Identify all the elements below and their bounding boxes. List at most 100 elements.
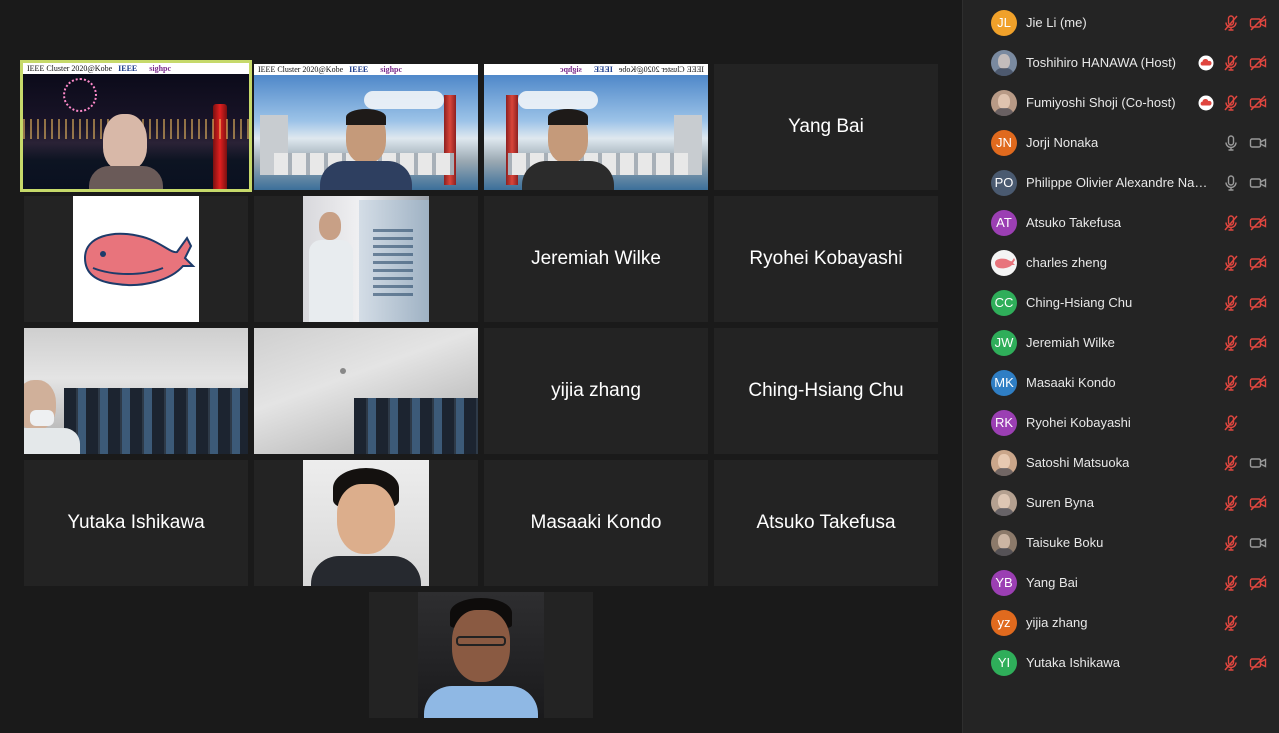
participant-row-ching-hsiang-chu[interactable]: CC Ching-Hsiang Chu	[963, 283, 1279, 323]
mic-muted-icon[interactable]	[1222, 374, 1240, 392]
mic-muted-icon[interactable]	[1222, 14, 1240, 32]
mic-icon[interactable]	[1222, 174, 1240, 192]
participant-name: Yutaka Ishikawa	[1026, 655, 1120, 670]
video-tile-portrait-blue-shirt[interactable]	[369, 592, 593, 718]
server-racks	[354, 398, 478, 454]
video-off-icon[interactable]	[1249, 494, 1267, 512]
participant-row-satoshi-matsuoka[interactable]: Satoshi Matsuoka	[963, 443, 1279, 483]
participant-row-yijia-zhang[interactable]: yz yijia zhang	[963, 603, 1279, 643]
participant-row-masaaki-kondo[interactable]: MK Masaaki Kondo	[963, 363, 1279, 403]
mic-icon[interactable]	[1222, 134, 1240, 152]
mic-muted-icon[interactable]	[1222, 294, 1240, 312]
participant-name: Taisuke Boku	[1026, 535, 1104, 550]
mic-muted-icon[interactable]	[1222, 214, 1240, 232]
video-tile-server-room-2[interactable]	[254, 328, 478, 454]
mic-muted-icon[interactable]	[1222, 54, 1240, 72]
mic-muted-icon[interactable]	[1222, 494, 1240, 512]
video-off-icon[interactable]	[1249, 54, 1267, 72]
video-tile-ching-hsiang-chu[interactable]: Ching-Hsiang Chu	[714, 328, 938, 454]
participant-row-atsuko-takefusa[interactable]: AT Atsuko Takefusa	[963, 203, 1279, 243]
participant-row-ryohei-kobayashi[interactable]: RK Ryohei Kobayashi	[963, 403, 1279, 443]
video-off-icon[interactable]	[1249, 654, 1267, 672]
participant-name: Suren Byna	[1026, 495, 1094, 510]
video-tile-yutaka-ishikawa[interactable]: Yutaka Ishikawa	[24, 460, 248, 586]
participant-row-jorji-nonaka[interactable]: JN Jorji Nonaka	[963, 123, 1279, 163]
server-room-video	[24, 328, 248, 454]
video-tile-yang-bai[interactable]: Yang Bai	[714, 64, 938, 190]
video-tile-kobe-man1[interactable]: IEEE Cluster 2020@Kobe IEEE sighpc	[254, 64, 478, 190]
kobe-port-background	[484, 75, 708, 190]
video-off-icon[interactable]	[1249, 374, 1267, 392]
glasses	[456, 636, 506, 646]
person-head	[319, 212, 341, 240]
participant-name-label: yijia zhang	[551, 380, 641, 401]
participant-name-label: Yutaka Ishikawa	[67, 512, 205, 533]
ieee-logo: IEEE	[593, 65, 613, 74]
avatar-body	[994, 68, 1014, 76]
video-off-icon[interactable]	[1249, 294, 1267, 312]
port-tower	[213, 104, 227, 189]
mic-muted-icon[interactable]	[1222, 334, 1240, 352]
video-tile-yijia-zhang[interactable]: yijia zhang	[484, 328, 708, 454]
mic-muted-icon[interactable]	[1222, 654, 1240, 672]
mic-muted-icon[interactable]	[1222, 534, 1240, 552]
conference-banner: IEEE Cluster 2020@Kobe IEEE sighpc	[254, 64, 478, 75]
avatar-face	[998, 454, 1010, 469]
video-tile-portrait-asian[interactable]	[254, 460, 478, 586]
participant-name: Philippe Olivier Alexandre Navaro	[1026, 175, 1211, 190]
video-icon[interactable]	[1249, 134, 1267, 152]
video-tile-atsuko-takefusa[interactable]: Atsuko Takefusa	[714, 460, 938, 586]
video-off-icon[interactable]	[1249, 14, 1267, 32]
night-port-background	[23, 74, 249, 189]
mic-muted-icon[interactable]	[1222, 574, 1240, 592]
participant-name: Satoshi Matsuoka	[1026, 455, 1130, 470]
participant-row-charles-zheng[interactable]: charles zheng	[963, 243, 1279, 283]
participant-row-philippe-olivier-alexandre-navaro[interactable]: PO Philippe Olivier Alexandre Navaro	[963, 163, 1279, 203]
avatar: YB	[991, 570, 1017, 596]
video-off-icon[interactable]	[1249, 334, 1267, 352]
participant-row-yang-bai[interactable]: YB Yang Bai	[963, 563, 1279, 603]
video-icon[interactable]	[1249, 454, 1267, 472]
participants-panel: JL Jie Li (me) Toshihiro HANAWA (Host) Fumi…	[962, 0, 1279, 733]
video-tile-ryohei-kobayashi[interactable]: Ryohei Kobayashi	[714, 196, 938, 322]
video-off-icon[interactable]	[1249, 214, 1267, 232]
participant-row-toshihiro-hanawa-host[interactable]: Toshihiro HANAWA (Host)	[963, 43, 1279, 83]
video-icon[interactable]	[1249, 174, 1267, 192]
video-off-icon[interactable]	[1249, 254, 1267, 272]
participant-row-jie-li-me[interactable]: JL Jie Li (me)	[963, 3, 1279, 43]
avatar	[991, 50, 1017, 76]
video-off-icon[interactable]	[1249, 574, 1267, 592]
participant-name-label: Masaaki Kondo	[530, 512, 662, 533]
mic-muted-icon[interactable]	[1222, 614, 1240, 632]
mic-muted-icon[interactable]	[1222, 94, 1240, 112]
mic-muted-icon[interactable]	[1222, 254, 1240, 272]
video-tile-whale[interactable]	[24, 196, 248, 322]
mic-muted-icon[interactable]	[1222, 414, 1240, 432]
avatar-body	[994, 108, 1014, 116]
participant-row-jeremiah-wilke[interactable]: JW Jeremiah Wilke	[963, 323, 1279, 363]
video-tile-kobe-man2[interactable]: IEEE Cluster 2020@Kobe IEEE sighpc	[484, 64, 708, 190]
video-tile-jeremiah-wilke[interactable]: Jeremiah Wilke	[484, 196, 708, 322]
participant-row-taisuke-boku[interactable]: Taisuke Boku	[963, 523, 1279, 563]
video-icon[interactable]	[1249, 534, 1267, 552]
person-body	[309, 240, 353, 322]
video-tile-night-port[interactable]: IEEE Cluster 2020@Kobe IEEE sighpc	[20, 60, 252, 192]
avatar-body	[994, 548, 1014, 556]
participant-name: Yang Bai	[1026, 575, 1078, 590]
participant-name: Ching-Hsiang Chu	[1026, 295, 1133, 310]
video-off-icon[interactable]	[1249, 94, 1267, 112]
participant-name-label: Ching-Hsiang Chu	[748, 380, 904, 401]
avatar: RK	[991, 410, 1017, 436]
banner-text: IEEE Cluster 2020@Kobe	[258, 65, 344, 74]
participant-row-yutaka-ishikawa[interactable]: YI Yutaka Ishikawa	[963, 643, 1279, 683]
video-tile-masaaki-kondo[interactable]: Masaaki Kondo	[484, 460, 708, 586]
face-mask	[30, 410, 54, 426]
mic-muted-icon[interactable]	[1222, 454, 1240, 472]
participant-name: Masaaki Kondo	[1026, 375, 1116, 390]
video-tile-server-room-1[interactable]	[24, 328, 248, 454]
kobe-port-background	[254, 75, 478, 190]
participant-row-suren-byna[interactable]: Suren Byna	[963, 483, 1279, 523]
participant-row-fumiyoshi-shoji-co-host[interactable]: Fumiyoshi Shoji (Co-host)	[963, 83, 1279, 123]
avatar: YI	[991, 650, 1017, 676]
video-tile-oakforest[interactable]	[254, 196, 478, 322]
